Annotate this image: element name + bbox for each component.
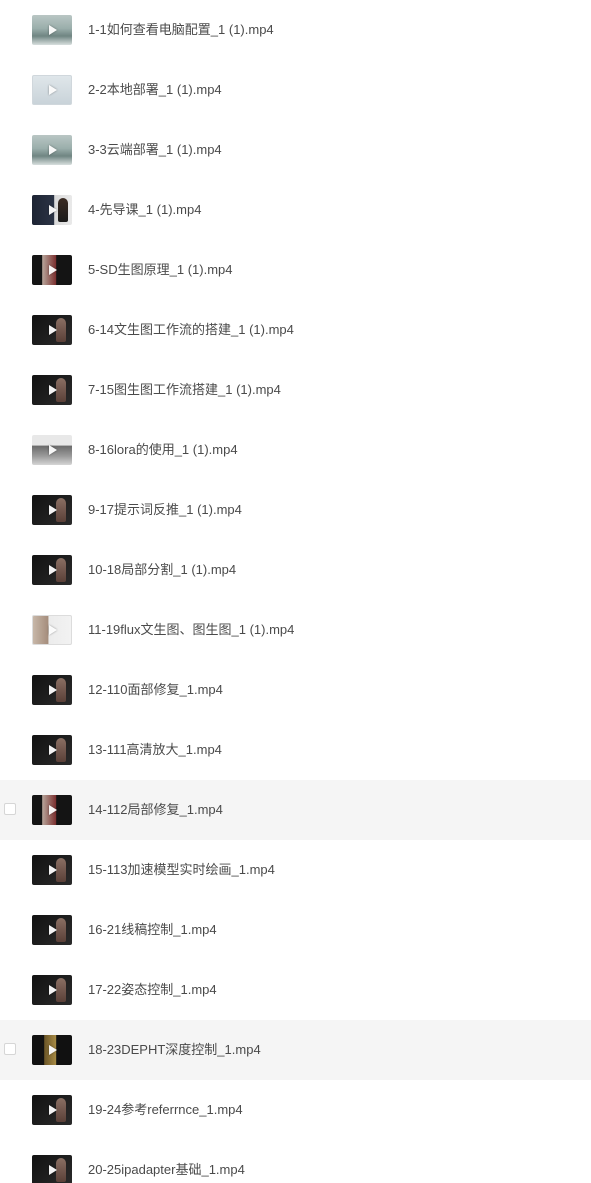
play-icon [49,985,57,995]
video-thumbnail[interactable] [32,375,72,405]
file-name[interactable]: 11-19flux文生图、图生图_1 (1).mp4 [88,600,294,660]
play-icon [49,685,57,695]
video-thumbnail[interactable] [32,915,72,945]
play-icon [49,925,57,935]
play-icon [49,805,57,815]
video-thumbnail[interactable] [32,315,72,345]
play-icon [49,325,57,335]
file-name[interactable]: 7-15图生图工作流搭建_1 (1).mp4 [88,360,281,420]
file-row[interactable]: 3-3云端部署_1 (1).mp4 [0,120,591,180]
video-thumbnail[interactable] [32,615,72,645]
file-name[interactable]: 18-23DEPHT深度控制_1.mp4 [88,1020,261,1080]
video-thumbnail[interactable] [32,855,72,885]
video-thumbnail[interactable] [32,1155,72,1183]
play-icon [49,1045,57,1055]
file-name[interactable]: 3-3云端部署_1 (1).mp4 [88,120,222,180]
file-row[interactable]: 17-22姿态控制_1.mp4 [0,960,591,1020]
file-row[interactable]: 11-19flux文生图、图生图_1 (1).mp4 [0,600,591,660]
video-thumbnail[interactable] [32,1035,72,1065]
file-row[interactable]: 5-SD生图原理_1 (1).mp4 [0,240,591,300]
video-thumbnail[interactable] [32,195,72,225]
file-row[interactable]: 20-25ipadapter基础_1.mp4 [0,1140,591,1183]
video-thumbnail[interactable] [32,255,72,285]
file-row[interactable]: 1-1如何查看电脑配置_1 (1).mp4 [0,0,591,60]
file-row[interactable]: 7-15图生图工作流搭建_1 (1).mp4 [0,360,591,420]
file-row[interactable]: 2-2本地部署_1 (1).mp4 [0,60,591,120]
file-name[interactable]: 2-2本地部署_1 (1).mp4 [88,60,222,120]
video-thumbnail[interactable] [32,75,72,105]
play-icon [49,145,57,155]
file-name[interactable]: 15-113加速模型实时绘画_1.mp4 [88,840,275,900]
file-row[interactable]: 9-17提示词反推_1 (1).mp4 [0,480,591,540]
video-thumbnail[interactable] [32,135,72,165]
play-icon [49,445,57,455]
file-row[interactable]: 14-112局部修复_1.mp4 [0,780,591,840]
file-row[interactable]: 6-14文生图工作流的搭建_1 (1).mp4 [0,300,591,360]
play-icon [49,25,57,35]
play-icon [49,265,57,275]
play-icon [49,205,57,215]
file-name[interactable]: 19-24参考referrnce_1.mp4 [88,1080,243,1140]
file-name[interactable]: 5-SD生图原理_1 (1).mp4 [88,240,232,300]
play-icon [49,1105,57,1115]
play-icon [49,505,57,515]
file-row[interactable]: 18-23DEPHT深度控制_1.mp4 [0,1020,591,1080]
file-list: 1-1如何查看电脑配置_1 (1).mp4 2-2本地部署_1 (1).mp4 3-… [0,0,591,1183]
video-thumbnail[interactable] [32,675,72,705]
video-thumbnail[interactable] [32,795,72,825]
row-checkbox[interactable] [4,1043,16,1055]
video-thumbnail[interactable] [32,1095,72,1125]
file-name[interactable]: 20-25ipadapter基础_1.mp4 [88,1140,245,1183]
file-row[interactable]: 8-16lora的使用_1 (1).mp4 [0,420,591,480]
play-icon [49,745,57,755]
file-name[interactable]: 14-112局部修复_1.mp4 [88,780,223,840]
play-icon [49,865,57,875]
video-thumbnail[interactable] [32,735,72,765]
play-icon [49,385,57,395]
file-name[interactable]: 9-17提示词反推_1 (1).mp4 [88,480,242,540]
file-name[interactable]: 16-21线稿控制_1.mp4 [88,900,217,960]
file-name[interactable]: 4-先导课_1 (1).mp4 [88,180,201,240]
play-icon [49,85,57,95]
video-thumbnail[interactable] [32,15,72,45]
file-name[interactable]: 8-16lora的使用_1 (1).mp4 [88,420,238,480]
file-row[interactable]: 13-111高清放大_1.mp4 [0,720,591,780]
file-row[interactable]: 12-110面部修复_1.mp4 [0,660,591,720]
file-name[interactable]: 17-22姿态控制_1.mp4 [88,960,217,1020]
video-thumbnail[interactable] [32,555,72,585]
file-row[interactable]: 10-18局部分割_1 (1).mp4 [0,540,591,600]
file-row[interactable]: 16-21线稿控制_1.mp4 [0,900,591,960]
play-icon [49,1165,57,1175]
file-row[interactable]: 15-113加速模型实时绘画_1.mp4 [0,840,591,900]
file-name[interactable]: 12-110面部修复_1.mp4 [88,660,223,720]
video-thumbnail[interactable] [32,975,72,1005]
video-thumbnail[interactable] [32,495,72,525]
file-name[interactable]: 1-1如何查看电脑配置_1 (1).mp4 [88,0,274,60]
file-name[interactable]: 10-18局部分割_1 (1).mp4 [88,540,236,600]
file-name[interactable]: 13-111高清放大_1.mp4 [88,720,222,780]
play-icon [49,625,57,635]
row-checkbox[interactable] [4,803,16,815]
play-icon [49,565,57,575]
file-row[interactable]: 4-先导课_1 (1).mp4 [0,180,591,240]
file-name[interactable]: 6-14文生图工作流的搭建_1 (1).mp4 [88,300,294,360]
file-row[interactable]: 19-24参考referrnce_1.mp4 [0,1080,591,1140]
video-thumbnail[interactable] [32,435,72,465]
